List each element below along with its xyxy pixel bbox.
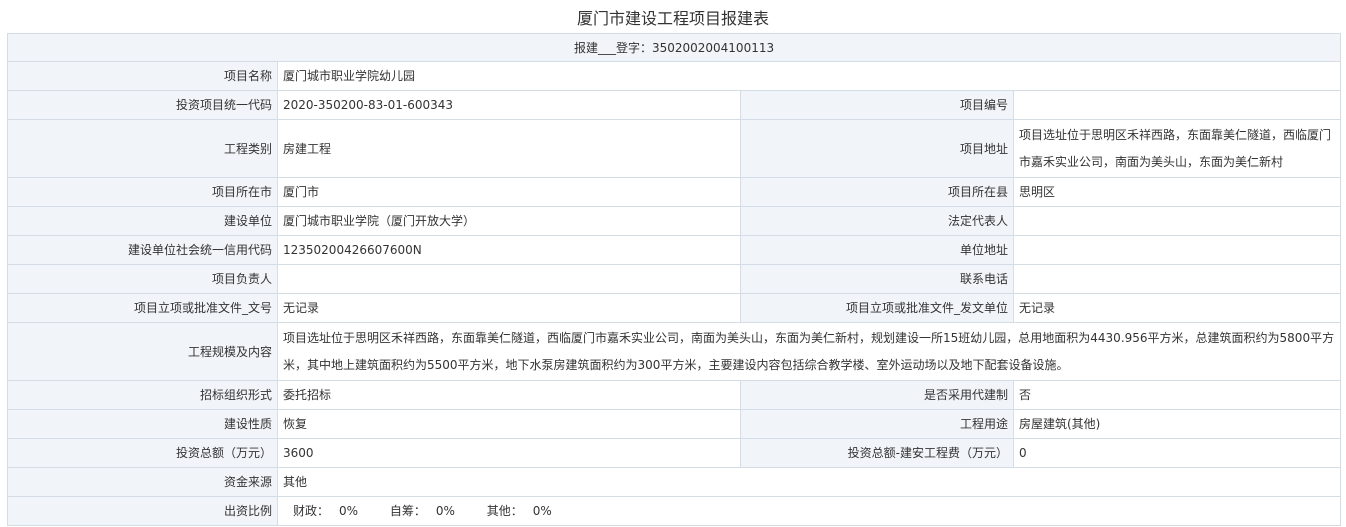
registration-number: 3502002004100113 xyxy=(651,40,775,55)
ratio-self-value: 0% xyxy=(435,504,455,518)
project-type-label: 工程类别 xyxy=(7,119,278,178)
install-cost-label: 投资总额-建安工程费（万元） xyxy=(740,438,1014,468)
funding-ratio-label: 出资比例 xyxy=(7,496,278,526)
unit-address-value xyxy=(1012,235,1342,265)
form-row: 资金来源 其他 xyxy=(7,467,1342,497)
form-row: 项目名称 厦门城市职业学院幼儿园 xyxy=(7,61,1342,91)
page-title: 厦门市建设工程项目报建表 xyxy=(576,9,769,28)
project-no-value xyxy=(1012,90,1342,120)
fund-source-label: 资金来源 xyxy=(7,467,278,497)
form-row: 项目立项或批准文件_文号 无记录 项目立项或批准文件_发文单位 无记录 xyxy=(7,293,1342,323)
form-row: 工程规模及内容 项目选址位于思明区禾祥西路，东面靠美仁隧道，西临厦门市嘉禾实业公… xyxy=(7,322,1342,381)
form-row: 投资项目统一代码 2020-350200-83-01-600343 项目编号 xyxy=(7,90,1342,120)
builder-label: 建设单位 xyxy=(7,206,278,236)
project-name-value: 厦门城市职业学院幼儿园 xyxy=(276,61,1342,91)
build-nature-label: 建设性质 xyxy=(7,409,278,439)
invest-code-value: 2020-350200-83-01-600343 xyxy=(277,90,741,120)
approval-doc-no-value: 无记录 xyxy=(277,293,741,323)
form-row: 项目负责人 联系电话 xyxy=(7,264,1342,294)
usage-label: 工程用途 xyxy=(740,409,1014,439)
builder-value: 厦门城市职业学院（厦门开放大学） xyxy=(277,206,741,236)
registration-label: 报建___登字： xyxy=(573,40,652,55)
invest-code-label: 投资项目统一代码 xyxy=(7,90,278,120)
form-row: 招标组织形式 委托招标 是否采用代建制 否 xyxy=(7,380,1342,410)
ratio-self-label: 自筹： xyxy=(389,504,426,518)
legal-rep-value xyxy=(1012,206,1342,236)
total-invest-label: 投资总额（万元） xyxy=(7,438,278,468)
ratio-fiscal-label: 财政： xyxy=(293,504,330,518)
install-cost-value: 0 xyxy=(1012,438,1342,468)
registration-banner: 报建___登字：3502002004100113 xyxy=(6,33,1342,62)
county-label: 项目所在县 xyxy=(740,177,1014,207)
build-nature-value: 恢复 xyxy=(277,409,741,439)
city-label: 项目所在市 xyxy=(7,177,278,207)
project-address-value: 项目选址位于思明区禾祥西路，东面靠美仁隧道，西临厦门市嘉禾实业公司，南面为美头山… xyxy=(1012,119,1342,178)
unit-address-label: 单位地址 xyxy=(740,235,1014,265)
contact-phone-label: 联系电话 xyxy=(740,264,1014,294)
registration-form-table: 报建___登字：3502002004100113 项目名称 厦门城市职业学院幼儿… xyxy=(6,33,1342,526)
form-row: 投资总额（万元） 3600 投资总额-建安工程费（万元） 0 xyxy=(7,438,1342,468)
bid-form-label: 招标组织形式 xyxy=(7,380,278,410)
form-row: 项目所在市 厦门市 项目所在县 思明区 xyxy=(7,177,1342,207)
agency-build-label: 是否采用代建制 xyxy=(740,380,1014,410)
project-type-value: 房建工程 xyxy=(277,119,741,178)
legal-rep-label: 法定代表人 xyxy=(740,206,1014,236)
project-manager-value xyxy=(277,264,741,294)
ratio-other-value: 0% xyxy=(532,504,552,518)
agency-build-value: 否 xyxy=(1012,380,1342,410)
city-value: 厦门市 xyxy=(277,177,741,207)
total-invest-value: 3600 xyxy=(277,438,741,468)
approval-unit-label: 项目立项或批准文件_发文单位 xyxy=(740,293,1014,323)
credit-code-value: 12350200426607600N xyxy=(277,235,741,265)
project-name-label: 项目名称 xyxy=(7,61,278,91)
project-address-label: 项目地址 xyxy=(740,119,1014,178)
form-row: 工程类别 房建工程 项目地址 项目选址位于思明区禾祥西路，东面靠美仁隧道，西临厦… xyxy=(7,119,1342,178)
bid-form-value: 委托招标 xyxy=(277,380,741,410)
fund-source-value: 其他 xyxy=(276,467,1342,497)
county-value: 思明区 xyxy=(1012,177,1342,207)
ratio-other: 其他： 0% xyxy=(487,504,552,518)
registration-row: 报建___登字：3502002004100113 xyxy=(6,33,1342,62)
ratio-fiscal-value: 0% xyxy=(339,504,359,518)
usage-value: 房屋建筑(其他) xyxy=(1012,409,1342,439)
project-no-label: 项目编号 xyxy=(740,90,1014,120)
form-row: 建设单位 厦门城市职业学院（厦门开放大学） 法定代表人 xyxy=(7,206,1342,236)
form-row: 出资比例 财政： 0% 自筹： 0% 其他： 0% xyxy=(7,496,1342,526)
approval-unit-value: 无记录 xyxy=(1012,293,1342,323)
ratio-self: 自筹： 0% xyxy=(390,504,455,518)
approval-doc-no-label: 项目立项或批准文件_文号 xyxy=(7,293,278,323)
form-row: 建设单位社会统一信用代码 12350200426607600N 单位地址 xyxy=(7,235,1342,265)
ratio-fiscal: 财政： 0% xyxy=(293,504,358,518)
scale-content-label: 工程规模及内容 xyxy=(7,322,278,381)
project-manager-label: 项目负责人 xyxy=(7,264,278,294)
credit-code-label: 建设单位社会统一信用代码 xyxy=(7,235,278,265)
contact-phone-value xyxy=(1012,264,1342,294)
form-row: 建设性质 恢复 工程用途 房屋建筑(其他) xyxy=(7,409,1342,439)
funding-ratio-value: 财政： 0% 自筹： 0% 其他： 0% xyxy=(276,496,1342,526)
ratio-other-label: 其他： xyxy=(486,504,523,518)
scale-content-value: 项目选址位于思明区禾祥西路，东面靠美仁隧道，西临厦门市嘉禾实业公司，南面为美头山… xyxy=(276,322,1342,381)
